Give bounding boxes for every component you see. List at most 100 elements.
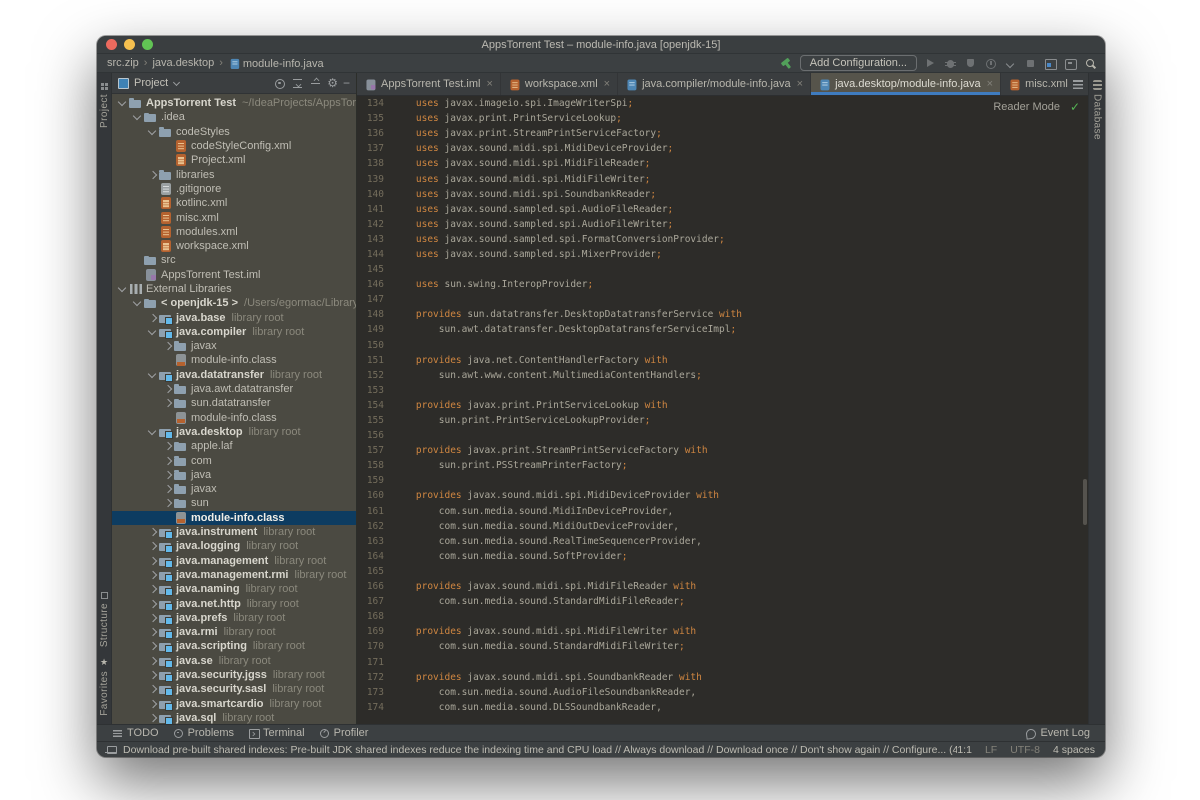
tree-item-misc.xml[interactable]: misc.xml <box>112 210 356 224</box>
chevron-down-icon[interactable] <box>146 368 159 381</box>
chevron-right-icon[interactable] <box>161 340 174 353</box>
project-window-icon[interactable] <box>1044 57 1057 70</box>
tool-window-button-todo[interactable]: TODO <box>105 727 166 739</box>
hidden-tabs-icon[interactable] <box>1073 80 1083 89</box>
debug-icon[interactable] <box>944 57 957 70</box>
tree-item-codeStyleConfig.xml[interactable]: codeStyleConfig.xml <box>112 139 356 153</box>
tree-item-AppsTorrent-Test.iml[interactable]: AppsTorrent Test.iml <box>112 268 356 282</box>
chevron-right-icon[interactable] <box>161 440 174 453</box>
breadcrumb-item-src.zip[interactable]: src.zip <box>107 57 139 69</box>
tree-item-java.prefs[interactable]: java.prefslibrary root <box>112 611 356 625</box>
chevron-right-icon[interactable] <box>146 597 159 610</box>
tree-item-java.instrument[interactable]: java.instrumentlibrary root <box>112 525 356 539</box>
status-item-UTF-8[interactable]: UTF-8 <box>1010 744 1040 756</box>
event-log-button[interactable]: Event Log <box>1018 727 1097 739</box>
inspections-check-icon[interactable]: ✓ <box>1070 100 1080 114</box>
tree-item-src[interactable]: src <box>112 253 356 267</box>
tree-item-module-info.class[interactable]: module-info.class <box>112 511 356 525</box>
hide-panel-icon[interactable]: − <box>343 77 350 90</box>
tree-item-javax[interactable]: javax <box>112 339 356 353</box>
tool-window-button-problems[interactable]: Problems <box>166 727 241 739</box>
chevron-down-icon[interactable] <box>131 297 144 310</box>
tree-item-java.management[interactable]: java.managementlibrary root <box>112 554 356 568</box>
tree-item-workspace.xml[interactable]: workspace.xml <box>112 239 356 253</box>
chevron-right-icon[interactable] <box>146 697 159 710</box>
chevron-right-icon[interactable] <box>161 497 174 510</box>
tree-item-java.datatransfer[interactable]: java.datatransferlibrary root <box>112 368 356 382</box>
tree-item-java.logging[interactable]: java.logginglibrary root <box>112 539 356 553</box>
project-view-chevron-icon[interactable] <box>173 79 181 87</box>
status-item-LF[interactable]: LF <box>985 744 997 756</box>
chevron-right-icon[interactable] <box>146 526 159 539</box>
chevron-right-icon[interactable] <box>146 683 159 696</box>
chevron-right-icon[interactable] <box>161 454 174 467</box>
tree-item-java.naming[interactable]: java.naminglibrary root <box>112 582 356 596</box>
tree-item-java.management.rmi[interactable]: java.management.rmilibrary root <box>112 568 356 582</box>
status-item-1-1[interactable]: 1:1 <box>957 744 972 756</box>
chevron-down-icon[interactable] <box>146 125 159 138</box>
tree-item-External-Libraries[interactable]: External Libraries <box>112 282 356 296</box>
tree-item-java.smartcardio[interactable]: java.smartcardiolibrary root <box>112 696 356 710</box>
close-tab-icon[interactable]: × <box>797 78 803 90</box>
tree-item-modules.xml[interactable]: modules.xml <box>112 225 356 239</box>
tree-item-Project.xml[interactable]: Project.xml <box>112 153 356 167</box>
tree-item-com[interactable]: com <box>112 453 356 467</box>
chevron-down-icon[interactable] <box>146 325 159 338</box>
code-editor[interactable]: Reader Mode ✓ 134 uses javax.imageio.spi… <box>357 96 1088 724</box>
tree-item-AppsTorrent-Test[interactable]: AppsTorrent Test~/IdeaProjects/AppsTorre… <box>112 96 356 110</box>
tab-java.desktop-module-info.java[interactable]: java.desktop/module-info.java× <box>811 73 1001 95</box>
close-tab-icon[interactable]: × <box>604 78 610 90</box>
chevron-right-icon[interactable] <box>146 568 159 581</box>
tree-item-java.security.jgss[interactable]: java.security.jgsslibrary root <box>112 668 356 682</box>
collapse-all-icon[interactable] <box>309 77 322 90</box>
chevron-right-icon[interactable] <box>146 640 159 653</box>
tool-tab-database[interactable]: Database <box>1092 94 1103 140</box>
tool-tab-project[interactable]: Project <box>99 94 110 128</box>
tree-item-java.desktop[interactable]: java.desktoplibrary root <box>112 425 356 439</box>
chevron-down-icon[interactable] <box>116 283 129 296</box>
chevron-right-icon[interactable] <box>146 540 159 553</box>
run-icon[interactable] <box>924 57 937 70</box>
locate-icon[interactable] <box>273 77 286 90</box>
close-tab-icon[interactable]: × <box>486 78 492 90</box>
search-everywhere-icon[interactable] <box>1084 57 1097 70</box>
tree-item-java.se[interactable]: java.selibrary root <box>112 654 356 668</box>
tree-item-java.sql[interactable]: java.sqllibrary root <box>112 711 356 724</box>
status-message[interactable]: Download pre-built shared indexes: Pre-b… <box>123 744 957 756</box>
reader-mode-label[interactable]: Reader Mode <box>993 101 1060 113</box>
tree-item-java.security.sasl[interactable]: java.security.sasllibrary root <box>112 682 356 696</box>
tab-AppsTorrent-Test.iml[interactable]: AppsTorrent Test.iml× <box>357 73 501 95</box>
tab-misc.xml[interactable]: misc.xml× <box>1001 73 1070 95</box>
expand-all-icon[interactable] <box>291 77 304 90</box>
tree-item-.idea[interactable]: .idea <box>112 110 356 124</box>
profiler-icon[interactable] <box>984 57 997 70</box>
chevron-right-icon[interactable] <box>146 611 159 624</box>
chevron-right-icon[interactable] <box>146 669 159 682</box>
chevron-right-icon[interactable] <box>146 168 159 181</box>
chevron-right-icon[interactable] <box>146 626 159 639</box>
chevron-right-icon[interactable] <box>161 397 174 410</box>
status-widget-icon[interactable] <box>105 745 116 755</box>
tool-tab-structure[interactable]: Structure <box>99 603 110 647</box>
add-configuration-button[interactable]: Add Configuration... <box>800 55 917 71</box>
chevron-right-icon[interactable] <box>161 468 174 481</box>
stop-icon[interactable] <box>1024 57 1037 70</box>
tree-item-sun[interactable]: sun <box>112 496 356 510</box>
tree-item-.gitignore[interactable]: .gitignore <box>112 182 356 196</box>
tree-item-sun.datatransfer[interactable]: sun.datatransfer <box>112 396 356 410</box>
tree-item--openjdk-15-[interactable]: < openjdk-15 >/Users/egormac/Library/Jav… <box>112 296 356 310</box>
chevron-right-icon[interactable] <box>146 654 159 667</box>
tree-item-apple.laf[interactable]: apple.laf <box>112 439 356 453</box>
tool-tab-favorites[interactable]: Favorites <box>99 671 110 716</box>
tree-item-java.base[interactable]: java.baselibrary root <box>112 310 356 324</box>
run-options-chevron-icon[interactable] <box>1004 57 1017 70</box>
tool-window-button-terminal[interactable]: Terminal <box>241 727 312 739</box>
tree-item-java.scripting[interactable]: java.scriptinglibrary root <box>112 639 356 653</box>
tree-item-java.rmi[interactable]: java.rmilibrary root <box>112 625 356 639</box>
editor-scrollbar[interactable] <box>1083 479 1087 525</box>
tree-item-module-info.class[interactable]: module-info.class <box>112 411 356 425</box>
settings-gear-icon[interactable]: ⚙ <box>327 77 338 90</box>
chevron-right-icon[interactable] <box>146 711 159 724</box>
coverage-icon[interactable] <box>964 57 977 70</box>
breadcrumb-item-java.desktop[interactable]: java.desktop <box>152 57 214 69</box>
